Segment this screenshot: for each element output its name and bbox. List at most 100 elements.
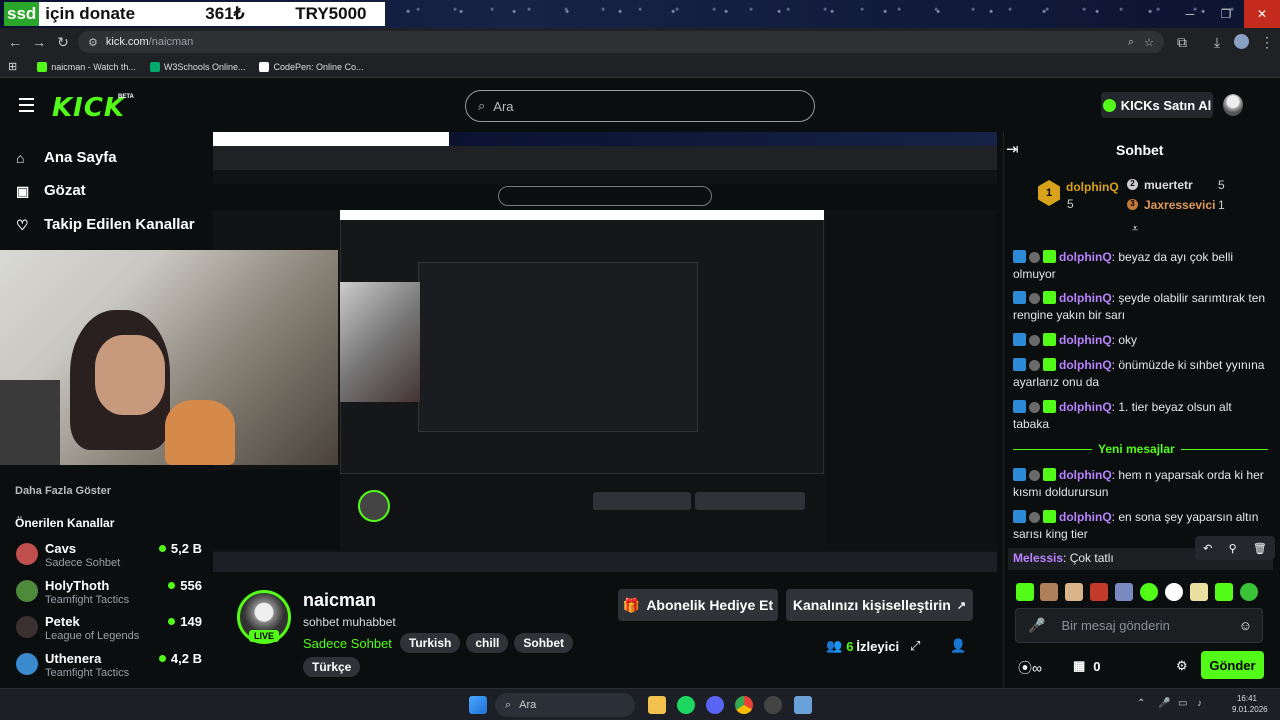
collapse-chat-icon[interactable]: ⇥ xyxy=(1006,140,1019,158)
bookmark-item[interactable]: CodePen: Online Co... xyxy=(259,61,364,72)
spotify-icon[interactable] xyxy=(677,696,695,714)
mic-tray-icon[interactable]: 🎤 xyxy=(1158,698,1170,709)
close-icon[interactable]: ✕ xyxy=(1244,0,1280,28)
hamburger-menu-icon[interactable] xyxy=(19,98,34,112)
start-icon[interactable] xyxy=(469,696,487,714)
pin-icon[interactable]: ⚲ xyxy=(1229,542,1237,555)
channel-name[interactable]: naicman xyxy=(303,590,376,611)
volume-icon[interactable]: ♪ xyxy=(1197,698,1202,709)
gifter-rank-3: 3 xyxy=(1127,199,1138,210)
expand-gifters-icon[interactable]: ⩡ xyxy=(1132,223,1138,236)
minimize-icon[interactable]: ─ xyxy=(1172,0,1208,28)
avatar xyxy=(16,653,38,675)
file-explorer-icon[interactable] xyxy=(648,696,666,714)
search-input[interactable]: ⌕ Ara xyxy=(465,90,815,122)
donate-text: için donate xyxy=(45,4,136,23)
home-icon: ⌂ xyxy=(16,149,25,166)
emote-icon[interactable] xyxy=(1065,583,1083,601)
reload-icon[interactable]: ↻ xyxy=(51,34,75,51)
chrome-icon[interactable] xyxy=(735,696,753,714)
network-icon[interactable]: ▭ xyxy=(1178,698,1187,709)
address-bar[interactable]: ⚙ kick.com/naicman ⌕ ☆ xyxy=(78,31,1164,53)
back-icon[interactable]: ← xyxy=(3,34,27,50)
taskbar-search[interactable]: ⌕ Ara xyxy=(495,693,635,717)
nav-home[interactable]: ⌂ Ana Sayfa xyxy=(16,149,117,166)
tag-chill[interactable]: chill xyxy=(466,633,509,653)
webcam-overlay xyxy=(0,250,338,465)
reply-icon[interactable]: ↶ xyxy=(1203,542,1212,555)
tray-chevron-icon[interactable]: ⌃ xyxy=(1137,698,1145,709)
chat-input[interactable]: 🎤 Bir mesaj gönderin ☺ xyxy=(1015,608,1263,643)
emote-icon[interactable] xyxy=(1040,583,1058,601)
delete-icon[interactable]: 🗑 xyxy=(1253,542,1267,555)
extensions-icon[interactable]: ⧉ xyxy=(1170,34,1194,51)
donate-ssd: ssd xyxy=(4,2,40,26)
points-icon: ▦ xyxy=(1073,658,1086,673)
tag-sohbet[interactable]: Sohbet xyxy=(514,633,574,653)
buy-kicks-button[interactable]: KICKs Satın Al xyxy=(1101,92,1213,118)
follow-user-icon[interactable]: 👤 xyxy=(950,638,966,654)
community-icon[interactable]: ⦿∞ xyxy=(1018,658,1042,678)
site-info-icon[interactable]: ⚙ xyxy=(88,36,98,49)
gifter-name[interactable]: dolphinQ xyxy=(1066,180,1119,194)
emote-icon[interactable] xyxy=(1190,583,1208,601)
kick-logo[interactable]: KICK xyxy=(52,93,125,123)
sub-badge-icon xyxy=(1043,400,1056,413)
channel-item-uthenera[interactable]: Uthenera Teamfight Tactics 4,2 B xyxy=(16,651,202,685)
apps-icon[interactable]: ⊞ xyxy=(8,60,17,73)
channel-points[interactable]: ▦ 0 xyxy=(1073,658,1101,674)
channel-item-petek[interactable]: Petek League of Legends 149 xyxy=(16,614,202,648)
gift-sub-button[interactable]: 🎁 Abonelik Hediye Et xyxy=(618,589,778,621)
forward-icon[interactable]: → xyxy=(27,34,51,50)
clock[interactable]: 16:41 9.01.2026 xyxy=(1232,693,1268,715)
url-path: /naicman xyxy=(148,36,194,48)
donate-amount: 361₺ xyxy=(205,4,245,23)
emote-icon[interactable] xyxy=(1240,583,1258,601)
zoom-icon[interactable]: ⌕ xyxy=(1128,36,1134,49)
emote-icon[interactable] xyxy=(1165,583,1183,601)
channel-item-cavs[interactable]: Cavs Sadece Sohbet 5,2 B xyxy=(16,541,202,575)
emote-icon[interactable] xyxy=(1215,583,1233,601)
download-icon[interactable]: ⤓ xyxy=(1205,34,1229,51)
bookmark-star-icon[interactable]: ☆ xyxy=(1144,36,1154,49)
microphone-icon[interactable]: 🎤 xyxy=(1028,617,1045,634)
sub-badge-icon xyxy=(1043,468,1056,481)
tag-turkish[interactable]: Turkish xyxy=(399,633,461,653)
user-avatar[interactable] xyxy=(1223,94,1243,116)
chat-message: dolphinQ: 1. tier beyaz olsun alt tabaka xyxy=(1013,400,1232,431)
bookmark-item[interactable]: W3Schools Online... xyxy=(149,61,245,72)
emote-icon[interactable] xyxy=(1115,583,1133,601)
app-icon[interactable] xyxy=(794,696,812,714)
donate-goal: TRY5000 xyxy=(295,4,367,23)
restore-icon[interactable]: ❐ xyxy=(1208,0,1244,28)
menu-icon[interactable]: ⋮ xyxy=(1255,34,1279,51)
browser-toolbar: ← → ↻ ⚙ kick.com/naicman ⌕ ☆ ⧉ ⤓ ⋮ xyxy=(0,28,1280,56)
nav-following[interactable]: ♡ Takip Edilen Kanallar xyxy=(16,216,195,233)
avatar xyxy=(16,616,38,638)
search-icon: ⌕ xyxy=(505,698,512,711)
channel-item-holythoth[interactable]: HolyThoth Teamfight Tactics 556 xyxy=(16,578,202,612)
bookmark-item[interactable]: naicman - Watch th... xyxy=(37,61,136,72)
gift-icon: 🎁 xyxy=(622,596,641,613)
viewer-count: 4,2 B xyxy=(159,651,202,666)
emote-icon[interactable] xyxy=(1090,583,1108,601)
badge-icon xyxy=(1013,291,1026,304)
emote-icon[interactable] xyxy=(1016,583,1034,601)
nav-browse[interactable]: ▣ Gözat xyxy=(16,182,86,199)
send-button[interactable]: Gönder xyxy=(1201,651,1264,679)
heart-icon: ♡ xyxy=(16,216,29,233)
gifter-name[interactable]: muertetr xyxy=(1144,178,1193,192)
language-tag[interactable]: Türkçe xyxy=(303,657,361,677)
emoji-icon[interactable]: ☺ xyxy=(1239,618,1252,633)
profile-avatar[interactable] xyxy=(1234,34,1249,49)
obs-icon[interactable] xyxy=(764,696,782,714)
emote-icon[interactable] xyxy=(1140,583,1158,601)
settings-icon[interactable]: ⚙ xyxy=(1176,658,1188,674)
gifter-name[interactable]: Jaxressevici xyxy=(1144,198,1215,212)
show-more-link[interactable]: Daha Fazla Göster xyxy=(15,485,111,497)
discord-icon[interactable] xyxy=(706,696,724,714)
customize-channel-button[interactable]: Kanalınızı kişiselleştirin ↗ xyxy=(786,589,973,621)
share-icon[interactable]: ⤢ xyxy=(910,638,920,654)
stream-category[interactable]: Sadece Sohbet xyxy=(303,636,392,651)
badge-icon xyxy=(1029,252,1040,263)
